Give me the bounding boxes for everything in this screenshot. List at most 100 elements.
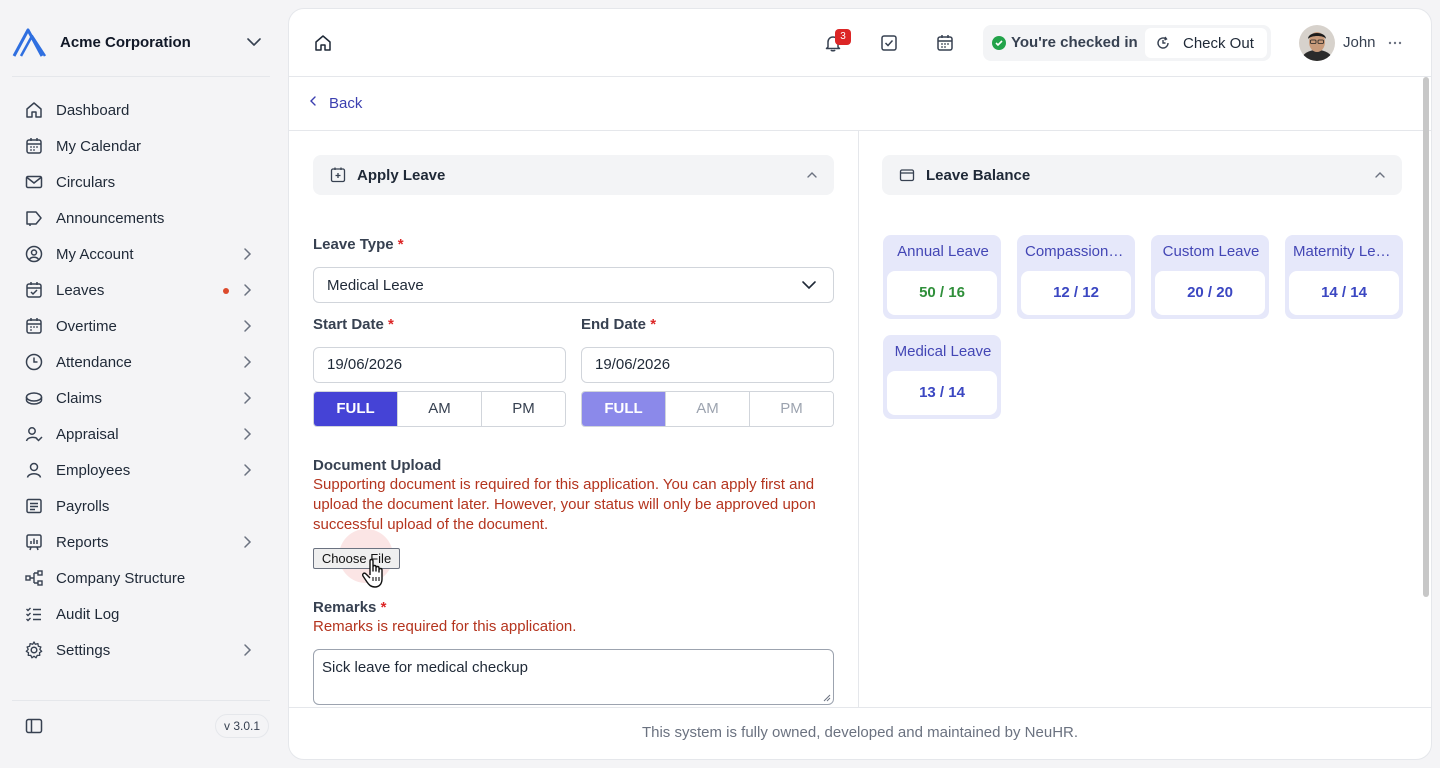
apply-leave-header[interactable]: Apply Leave: [313, 155, 834, 195]
sidebar-item-label: Reports: [56, 533, 109, 551]
calendar-check-icon: [24, 280, 44, 300]
task-check-icon[interactable]: [879, 33, 899, 53]
end-day-segment: FULL AM PM: [581, 391, 834, 427]
sidebar-item-announcements[interactable]: Announcements: [12, 200, 270, 236]
hierarchy-icon: [24, 568, 44, 588]
sidebar-item-label: Attendance: [56, 353, 132, 371]
sidebar: Acme Corporation Dashboard My Calendar C…: [0, 0, 282, 768]
balance-card-title: Annual Leave: [897, 243, 989, 260]
end-full-button[interactable]: FULL: [582, 392, 666, 426]
sidebar-item-payrolls[interactable]: Payrolls: [12, 488, 270, 524]
coin-icon: [24, 388, 44, 408]
hand-cursor-icon: [361, 555, 393, 591]
chevron-right-icon: [238, 461, 256, 479]
sidebar-item-attendance[interactable]: Attendance: [12, 344, 270, 380]
sidebar-toggle-icon[interactable]: [24, 716, 44, 736]
calendar-plus-icon: [24, 316, 44, 336]
user-check-icon: [24, 424, 44, 444]
balance-card-title: Compassionate Leave: [1025, 243, 1129, 260]
check-out-label: Check Out: [1183, 34, 1254, 52]
end-date-input[interactable]: 19/06/2026: [581, 347, 834, 383]
check-out-button[interactable]: Check Out: [1145, 28, 1267, 58]
required-mark: *: [650, 316, 657, 333]
sidebar-item-overtime[interactable]: Overtime: [12, 308, 270, 344]
megaphone-icon: [24, 208, 44, 228]
sidebar-item-label: Payrolls: [56, 497, 110, 515]
report-icon: [24, 532, 44, 552]
sidebar-item-label: Claims: [56, 389, 102, 407]
leave-type-select[interactable]: Medical Leave: [313, 267, 834, 303]
document-error-text: Supporting document is required for this…: [313, 476, 816, 533]
balance-card-value: 14 / 14: [1289, 271, 1399, 315]
wallet-icon: [898, 166, 916, 184]
sidebar-nav: Dashboard My Calendar Circulars Announce…: [12, 92, 270, 668]
sidebar-item-my-calendar[interactable]: My Calendar: [12, 128, 270, 164]
chevron-up-icon: [1372, 167, 1388, 183]
end-am-button[interactable]: AM: [666, 392, 750, 426]
start-am-button[interactable]: AM: [398, 392, 482, 426]
start-full-button[interactable]: FULL: [314, 392, 398, 426]
calendar-icon[interactable]: [935, 33, 955, 53]
start-day-segment: FULL AM PM: [313, 391, 566, 427]
start-date-label: Start Date *: [313, 316, 394, 333]
sidebar-item-employees[interactable]: Employees: [12, 452, 270, 488]
org-switcher[interactable]: Acme Corporation: [12, 26, 270, 58]
sidebar-item-claims[interactable]: Claims: [12, 380, 270, 416]
remarks-textarea[interactable]: Sick leave for medical checkup: [313, 649, 834, 705]
user-avatar[interactable]: [1299, 25, 1335, 61]
chevron-right-icon: [238, 245, 256, 263]
balance-card-medical: Medical Leave 13 / 14: [883, 335, 1001, 419]
start-date-input[interactable]: 19/06/2026: [313, 347, 566, 383]
sidebar-item-my-account[interactable]: My Account: [12, 236, 270, 272]
balance-card-maternity: Maternity Leave 14 / 14: [1285, 235, 1403, 319]
end-pm-button[interactable]: PM: [750, 392, 833, 426]
org-name: Acme Corporation: [60, 33, 191, 51]
scrollbar[interactable]: [1423, 77, 1429, 597]
sidebar-item-circulars[interactable]: Circulars: [12, 164, 270, 200]
chevron-left-icon: [307, 95, 319, 107]
gear-icon: [24, 640, 44, 660]
balance-card-value: 50 / 16: [887, 271, 997, 315]
user-circle-icon: [24, 244, 44, 264]
remarks-error-text: Remarks is required for this application…: [313, 618, 577, 635]
checklist-icon: [24, 604, 44, 624]
home-icon: [24, 100, 44, 120]
clock-rotate-icon: [1155, 35, 1171, 51]
chevron-down-icon: [244, 32, 264, 52]
checkin-status: You're checked in Check Out: [983, 25, 1271, 61]
sidebar-item-label: Dashboard: [56, 101, 130, 119]
sidebar-item-settings[interactable]: Settings: [12, 632, 270, 668]
sidebar-item-dashboard[interactable]: Dashboard: [12, 92, 270, 128]
home-icon[interactable]: [313, 33, 333, 53]
balance-card-title: Medical Leave: [894, 343, 992, 360]
sidebar-item-leaves[interactable]: Leaves: [12, 272, 270, 308]
more-horizontal-icon[interactable]: [1385, 33, 1405, 53]
checkin-status-text: You're checked in: [1011, 34, 1138, 51]
leave-type-value: Medical Leave: [327, 276, 424, 294]
sidebar-item-appraisal[interactable]: Appraisal: [12, 416, 270, 452]
balance-card-value: 20 / 20: [1155, 271, 1265, 315]
sidebar-item-label: My Account: [56, 245, 134, 263]
chevron-down-icon: [799, 275, 819, 295]
balance-card-custom: Custom Leave 20 / 20: [1151, 235, 1269, 319]
chevron-right-icon: [238, 353, 256, 371]
divider: [12, 700, 270, 701]
sidebar-item-company-structure[interactable]: Company Structure: [12, 560, 270, 596]
chevron-right-icon: [238, 281, 256, 299]
leave-balance-header[interactable]: Leave Balance: [882, 155, 1402, 195]
mail-icon: [24, 172, 44, 192]
sidebar-item-label: Leaves: [56, 281, 105, 299]
start-pm-button[interactable]: PM: [482, 392, 565, 426]
required-mark: *: [388, 316, 394, 333]
top-bar: 3 You're checked in Check Out John: [289, 9, 1431, 77]
balance-card-title: Custom Leave: [1162, 243, 1260, 260]
sidebar-item-label: Settings: [56, 641, 111, 659]
end-date-label: End Date *: [581, 316, 656, 333]
calendar-icon: [24, 136, 44, 156]
chevron-right-icon: [238, 533, 256, 551]
sidebar-item-audit-log[interactable]: Audit Log: [12, 596, 270, 632]
resize-handle-icon[interactable]: [823, 694, 831, 702]
sidebar-item-reports[interactable]: Reports: [12, 524, 270, 560]
remarks-value: Sick leave for medical checkup: [322, 659, 528, 676]
back-link[interactable]: Back: [307, 95, 362, 112]
